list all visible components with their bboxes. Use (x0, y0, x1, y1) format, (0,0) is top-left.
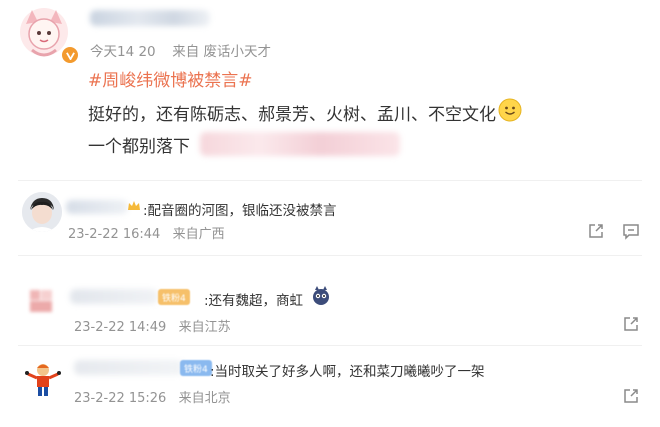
commenter-name-redacted (74, 360, 184, 375)
fan-badge: 铁粉4 (180, 360, 212, 376)
comment-location: 来自江苏 (178, 320, 231, 335)
share-icon[interactable] (620, 313, 642, 335)
fan-badge: 铁粉4 (158, 289, 190, 305)
commenter-avatar[interactable] (22, 192, 62, 232)
comment-time: 23-2-22 15:26 (74, 391, 167, 406)
post-body-line2: 一个都别落下 (88, 132, 190, 157)
fan-badge-label: 铁粉4 (184, 364, 208, 375)
post-author-name-redacted (90, 10, 210, 26)
post-body-text-1: 挺好的，还有陈砺志、郝景芳、火树、孟川、不空文化 (88, 105, 496, 125)
commenter-avatar[interactable] (24, 360, 62, 398)
comment-time: 23-2-22 16:44 (68, 227, 161, 242)
share-icon[interactable] (620, 385, 642, 407)
comment-icon[interactable] (620, 220, 642, 242)
fan-badge-label: 铁粉4 (162, 293, 186, 304)
commenter-avatar[interactable] (30, 290, 52, 312)
comment-time: 23-2-22 14:49 (74, 320, 167, 335)
commenter-name-redacted (66, 200, 128, 214)
smile-emoji-icon (498, 98, 522, 127)
divider (18, 345, 642, 346)
post-time: 今天14 20 (90, 44, 156, 60)
comment-text: :当时取关了好多人啊，还和菜刀曦曦吵了一架 (210, 364, 485, 380)
post-source[interactable]: 来自 废话小天才 (172, 44, 271, 60)
commenter-name-redacted (70, 289, 158, 304)
comment-location: 来自北京 (178, 391, 231, 406)
divider (18, 255, 642, 256)
post-body-line1: 挺好的，还有陈砺志、郝景芳、火树、孟川、不空文化 (88, 98, 522, 127)
post-body-redacted (200, 132, 400, 156)
post-body-text-2: 一个都别落下 (88, 137, 190, 157)
comment-location: 来自广西 (172, 227, 225, 242)
vip-badge-icon (60, 45, 80, 65)
cat-emoji-icon (312, 286, 330, 310)
share-icon[interactable] (585, 220, 607, 242)
crown-icon (126, 198, 142, 218)
divider (18, 180, 642, 181)
post-hashtag[interactable]: #周峻纬微博被禁言# (88, 66, 253, 91)
comment-text: :还有魏超，商虹 (204, 293, 304, 309)
comment-text: :配音圈的河图，银临还没被禁言 (143, 203, 337, 219)
